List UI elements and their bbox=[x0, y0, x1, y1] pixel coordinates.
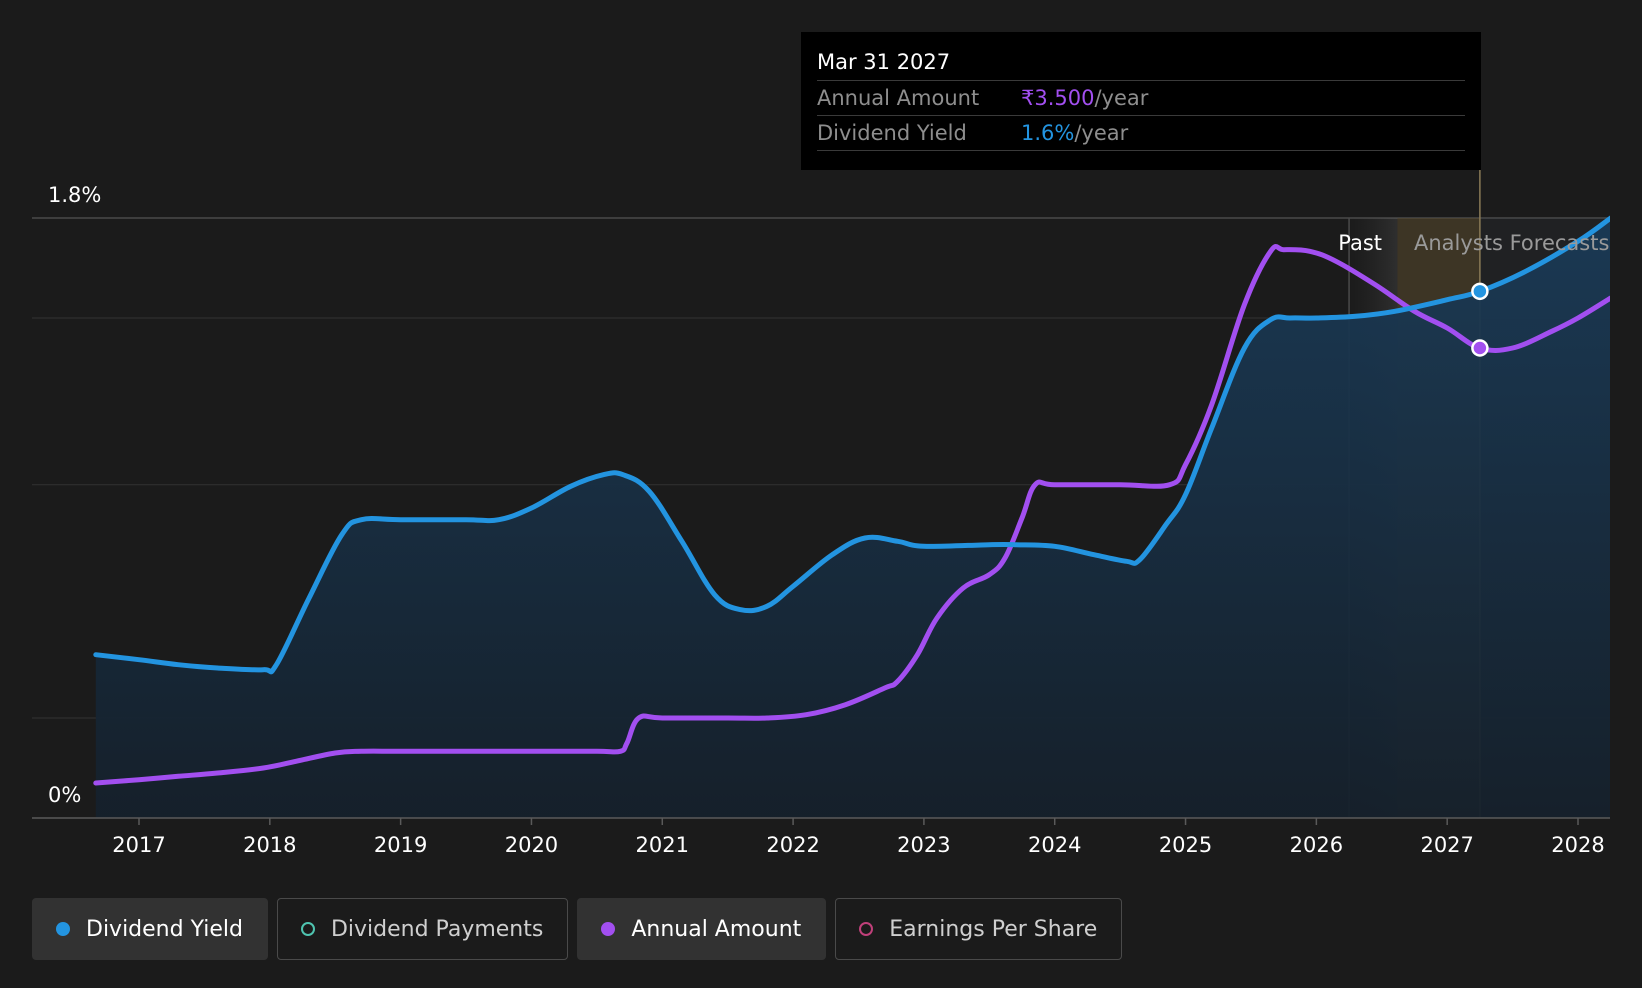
chart-tooltip: Mar 31 2027 Annual Amount ₹3.500 /year D… bbox=[801, 32, 1481, 170]
annual-amount-marker bbox=[1471, 339, 1489, 357]
chart-legend: Dividend Yield Dividend Payments Annual … bbox=[32, 898, 1123, 962]
legend-label: Earnings Per Share bbox=[889, 916, 1098, 942]
dividend-yield-marker bbox=[1471, 282, 1489, 301]
legend-label: Annual Amount bbox=[631, 916, 802, 942]
x-tick-label: 2025 bbox=[1159, 833, 1212, 857]
legend-earnings-per-share[interactable]: Earnings Per Share bbox=[835, 898, 1123, 960]
tooltip-label: Dividend Yield bbox=[817, 121, 967, 145]
legend-dot-icon bbox=[56, 922, 70, 936]
tooltip-row-annual-amount: Annual Amount ₹3.500 /year bbox=[817, 81, 1465, 116]
legend-dividend-yield[interactable]: Dividend Yield bbox=[32, 898, 268, 960]
legend-label: Dividend Payments bbox=[330, 916, 544, 942]
x-axis: 2017 2018 2019 2020 2021 2022 2023 2024 2025 2026… bbox=[32, 817, 1610, 857]
legend-annual-amount[interactable]: Annual Amount bbox=[577, 898, 827, 960]
tooltip-unit: /year bbox=[1074, 121, 1129, 145]
forecast-label: Analysts Forecasts bbox=[1414, 231, 1609, 255]
x-tick-label: 2018 bbox=[243, 833, 296, 857]
x-tick-label: 2022 bbox=[766, 833, 819, 857]
tooltip-value: 1.6% bbox=[1021, 121, 1075, 145]
tooltip-date: Mar 31 2027 bbox=[817, 46, 1465, 81]
x-tick-label: 2021 bbox=[636, 833, 689, 857]
legend-ring-icon bbox=[300, 922, 315, 936]
x-tick-label: 2027 bbox=[1420, 833, 1473, 857]
x-tick-label: 2028 bbox=[1551, 833, 1604, 857]
tooltip-value: ₹3.500 bbox=[1021, 86, 1095, 110]
tooltip-unit: /year bbox=[1094, 86, 1149, 110]
tooltip-label: Annual Amount bbox=[817, 86, 980, 110]
legend-label: Dividend Yield bbox=[86, 916, 243, 942]
x-tick-label: 2023 bbox=[897, 833, 950, 857]
legend-dot-icon bbox=[601, 922, 616, 936]
past-label: Past bbox=[1338, 231, 1382, 255]
y-axis-bottom-label: 0% bbox=[48, 783, 81, 807]
x-tick-label: 2017 bbox=[112, 833, 165, 857]
x-tick-label: 2019 bbox=[374, 833, 427, 857]
y-axis-top-label: 1.8% bbox=[48, 183, 101, 207]
x-tick-label: 2024 bbox=[1028, 833, 1081, 857]
legend-dividend-payments[interactable]: Dividend Payments bbox=[276, 898, 569, 960]
tooltip-row-dividend-yield: Dividend Yield 1.6% /year bbox=[817, 116, 1465, 151]
x-tick-label: 2026 bbox=[1290, 833, 1343, 857]
x-tick-label: 2020 bbox=[505, 833, 558, 857]
legend-ring-icon bbox=[859, 922, 874, 936]
